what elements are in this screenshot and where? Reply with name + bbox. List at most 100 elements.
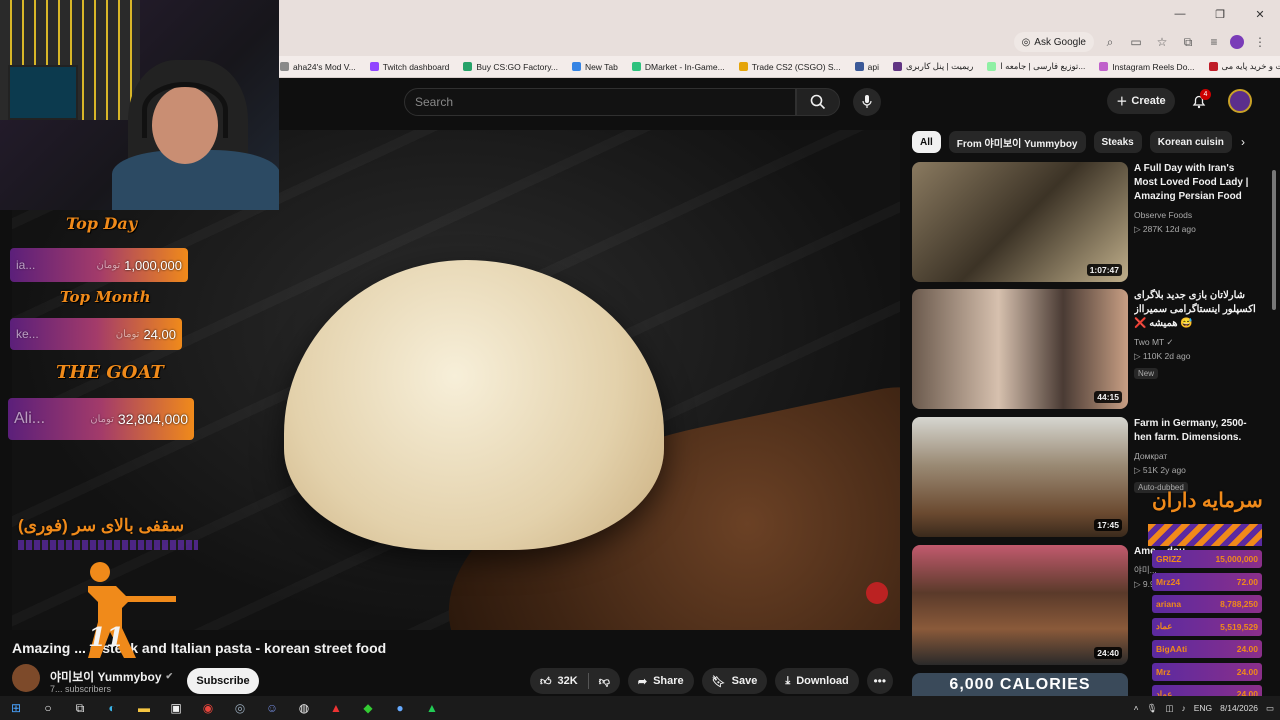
channel-watermark-icon[interactable] (866, 582, 888, 604)
discord-icon[interactable]: ☺ (256, 696, 288, 720)
create-button[interactable]: ＋ Create (1107, 88, 1175, 114)
recommended-video-title[interactable]: Farm in Germany, 2500-hen farm. Dimensio… (1134, 417, 1256, 445)
bookmark-item[interactable]: ریمیت | پنل کاربری (886, 61, 980, 72)
subscribe-button[interactable]: Subscribe (187, 668, 259, 694)
recommended-video-info: Farm in Germany, 2500-hen farm. Dimensio… (1134, 417, 1256, 495)
windows-start-icon[interactable]: ⊞ (0, 696, 32, 720)
video-thumbnail[interactable]: 6,000 CALORIES (912, 673, 1128, 696)
reading-list-icon[interactable]: ≡ (1204, 32, 1224, 52)
chips-next-button[interactable]: › (1232, 131, 1254, 153)
menu-kebab-icon[interactable]: ⋮ (1250, 32, 1270, 52)
recommended-video-channel[interactable]: Two MT ✓ (1134, 335, 1256, 349)
recommended-video-title[interactable]: شارلاتان بازی جدید بلاگرای اکسپلور اینست… (1134, 289, 1256, 331)
obs-icon[interactable]: ◍ (288, 696, 320, 720)
soldier-silhouette-icon: 11 (88, 562, 176, 658)
chip-korean-cuisine[interactable]: Korean cuisin (1149, 131, 1232, 153)
notification-count-badge: 4 (1200, 89, 1211, 100)
bookmark-item[interactable]: api (848, 62, 886, 72)
recommended-video[interactable]: 1:07:47 A Full Day with Iran's Most Loved… (912, 162, 1256, 282)
ask-google-button[interactable]: ◎ Ask Google (1013, 32, 1094, 52)
tray-network-icon[interactable]: ◫ (1165, 703, 1173, 714)
chip-steaks[interactable]: Steaks (1093, 131, 1142, 153)
bookmark-item[interactable]: قیمت و خرید پایه می... (1202, 61, 1280, 72)
donor-amount: 15,000,000 (1215, 554, 1258, 564)
steam-icon[interactable]: ◎ (224, 696, 256, 720)
tray-overflow-icon[interactable]: ˄ (1134, 703, 1139, 713)
cast-icon[interactable]: ▭ (1126, 32, 1146, 52)
keyboard-language[interactable]: ENG (1194, 703, 1212, 713)
recommended-video-channel[interactable]: Observe Foods (1134, 208, 1256, 222)
chip-all[interactable]: All (912, 131, 941, 153)
donor-row: Mrz24 72.00 (1152, 572, 1262, 591)
goat-bar: Ali... تومان 32,804,000 (8, 398, 194, 440)
voice-search-button[interactable] (853, 88, 881, 116)
bookmark-favicon-icon (280, 62, 289, 71)
bookmark-item[interactable]: Instagram Reels Do... (1092, 62, 1201, 72)
close-icon[interactable]: ✕ (1240, 0, 1280, 28)
channel-avatar[interactable] (12, 664, 40, 692)
donor-row: BigAAti 24.00 (1152, 640, 1262, 658)
bookmark-favicon-icon (369, 62, 379, 71)
search-button[interactable] (796, 88, 840, 116)
search-taskbar-icon[interactable]: ○ (32, 696, 64, 720)
app-green-icon[interactable]: ◆ (352, 696, 384, 720)
store-icon[interactable]: ▣ (160, 696, 192, 720)
chrome-icon[interactable]: ◉ (192, 696, 224, 720)
donor-name: ariana (1156, 599, 1182, 609)
tray-date[interactable]: 8/14/2026 (1220, 703, 1258, 713)
account-avatar[interactable] (1228, 89, 1252, 113)
minimize-icon[interactable]: — (1160, 0, 1200, 28)
download-button[interactable]: ⤓ Download (775, 668, 859, 694)
zoom-icon[interactable]: ⌕ (1100, 32, 1120, 52)
bookmark-item[interactable]: Buy CS:GO Factory... (456, 62, 565, 72)
bookmark-label: توزیع فارسی | جامعه ا... (1000, 61, 1086, 71)
profile-avatar[interactable] (1230, 35, 1244, 49)
top-day-bar: ia... تومان 1,000,000 (10, 248, 188, 282)
bookmark-item[interactable]: Twitch dashboard (363, 62, 457, 72)
like-button[interactable]: 👍︎ 32K (530, 668, 588, 694)
plus-icon: ＋ (1116, 96, 1128, 108)
ceiling-goal-text: سقفی بالای سر (فوری) (18, 516, 185, 535)
donor-name: عماد (1156, 621, 1173, 631)
app-chart-icon[interactable]: ▲ (416, 696, 448, 720)
task-view-icon[interactable]: ⧉ (64, 696, 96, 720)
page-scrollbar[interactable] (1272, 170, 1276, 310)
donor-name: Mrz (1156, 666, 1171, 677)
video-thumbnail[interactable]: 24:40 (912, 545, 1128, 665)
notification-center-icon[interactable]: ▭ (1266, 703, 1274, 714)
bookmark-label: aha24's Mod V... (293, 61, 356, 72)
bookmark-item[interactable]: توزیع فارسی | جامعه ا... (980, 61, 1092, 72)
thumbs-down-icon: 👎︎ (598, 675, 610, 688)
bookmark-star-icon[interactable]: ☆ (1152, 32, 1172, 52)
goat-heading: THE GOAT (56, 362, 164, 383)
app-red-icon[interactable]: ▲ (320, 696, 352, 720)
bookmark-item[interactable]: Trade CS2 (CSGO) S... (732, 62, 848, 72)
edge-icon[interactable]: ◐ (96, 696, 128, 720)
dislike-button[interactable]: 👎︎ (589, 668, 620, 694)
search-input[interactable]: Search (404, 88, 796, 116)
app-blue-icon[interactable]: ● (384, 696, 416, 720)
save-button[interactable]: 🔖︎ Save (701, 668, 768, 694)
recommended-video-channel[interactable]: Домкрат (1134, 449, 1256, 463)
tray-mic-icon[interactable]: 🎙︎ (1147, 703, 1158, 714)
bookmark-item[interactable]: New Tab (565, 62, 625, 72)
thumbnail-text: 6,000 CALORIES (949, 675, 1091, 693)
webcam-headset (142, 82, 228, 138)
restore-icon[interactable]: ❐ (1200, 0, 1240, 28)
recommended-video[interactable]: 44:15 شارلاتان بازی جدید بلاگرای اکسپلور … (912, 289, 1256, 409)
chip-from-channel[interactable]: From 야미보이 Yummyboy (948, 131, 1086, 153)
extensions-icon[interactable]: ⧉ (1178, 32, 1198, 52)
video-duration: 1:07:47 (1086, 264, 1122, 276)
video-thumbnail[interactable]: 17:45 (912, 417, 1128, 537)
more-horizontal-icon: ••• (873, 674, 887, 688)
video-thumbnail[interactable]: 1:07:47 (912, 162, 1128, 282)
video-thumbnail[interactable]: 44:15 (912, 289, 1128, 409)
file-explorer-icon[interactable]: ▬ (128, 696, 160, 720)
bookmark-item[interactable]: DMarket - In-Game... (625, 62, 732, 72)
donor-amount: 5,519,529 (1220, 621, 1258, 632)
recommended-video-title[interactable]: A Full Day with Iran's Most Loved Food L… (1134, 162, 1256, 204)
share-button[interactable]: ➦ Share (627, 668, 694, 694)
system-tray: ˄ 🎙︎ ◫ ♪ ENG 8/14/2026 ▭ (1134, 696, 1274, 720)
more-actions-button[interactable]: ••• (866, 668, 893, 694)
tray-volume-icon[interactable]: ♪ (1181, 703, 1185, 713)
